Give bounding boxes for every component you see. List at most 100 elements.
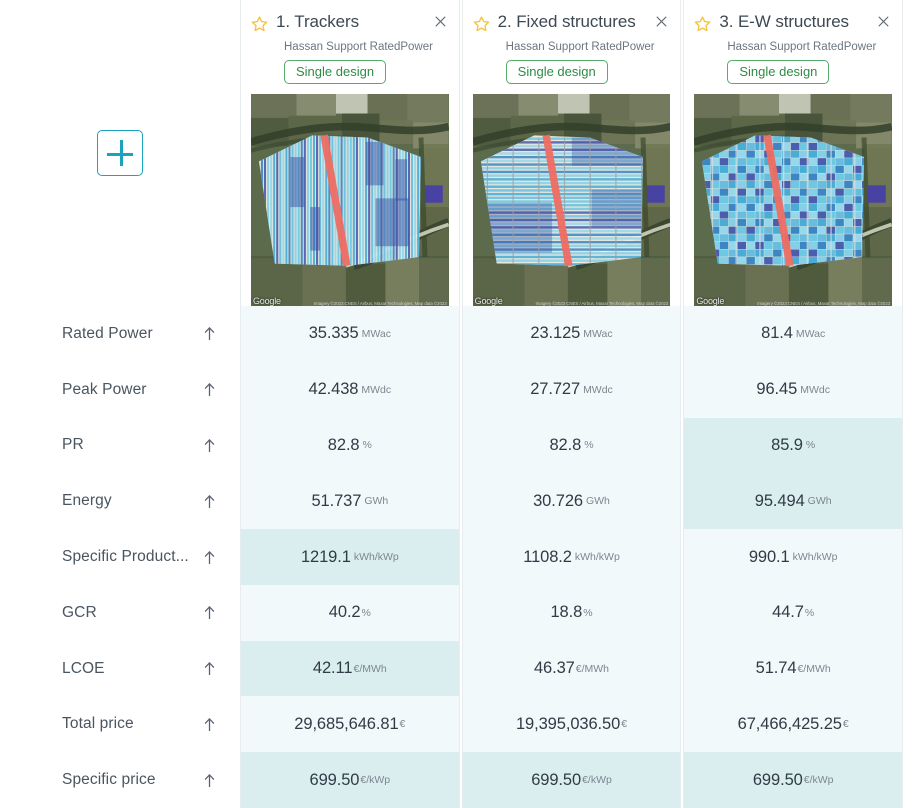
- metric-unit: €: [399, 718, 406, 731]
- metric-value-cell-pr: 82.8%: [241, 417, 459, 474]
- metric-label: Specific price: [62, 771, 156, 789]
- favorite-star-icon[interactable]: [694, 15, 711, 37]
- add-design-button[interactable]: [97, 130, 143, 176]
- metric-value: 29,685,646.81: [294, 714, 399, 733]
- metric-unit: MWdc: [361, 383, 392, 396]
- metric-value-cell-total_price: 29,685,646.81 €: [241, 696, 459, 753]
- design-metric-values: 23.125 MWac 27.727 MWdc 82.8% 30.726 GWh 1108.2…: [462, 306, 681, 808]
- sort-ascending-icon[interactable]: [202, 326, 216, 342]
- metric-value: 67,466,425.25: [737, 714, 842, 733]
- design-subtitle: Hassan Support RatedPower: [284, 41, 433, 53]
- add-design-zone: [0, 0, 240, 306]
- metric-value: 51.737: [311, 491, 362, 510]
- metric-value-cell-lcoe: 42.11 €/MWh: [241, 640, 459, 697]
- design-subtitle: Hassan Support RatedPower: [505, 41, 655, 53]
- metric-unit: €/MWh: [575, 662, 610, 675]
- single-design-badge[interactable]: Single design: [505, 60, 608, 84]
- metric-value-cell-specific_price: 699.50 €/kWp: [241, 752, 459, 808]
- design-site-map-thumbnail[interactable]: Google Imagery ©2023 CNES / Airbus, Maxar…: [472, 94, 671, 306]
- metric-value: 1219.1: [300, 547, 351, 566]
- metric-value: 40.2: [328, 603, 361, 622]
- metric-unit: €/kWp: [582, 774, 612, 787]
- metric-value-cell-gcr: 44.7%: [684, 584, 903, 641]
- google-watermark: Google: [474, 296, 503, 306]
- metric-value-cell-peak_power: 96.45 MWdc: [684, 361, 903, 418]
- sort-ascending-icon[interactable]: [202, 716, 216, 732]
- metric-value-cell-total_price: 19,395,036.50 €: [462, 696, 681, 753]
- metric-value: 23.125: [530, 324, 581, 343]
- sort-ascending-icon[interactable]: [202, 493, 216, 509]
- google-watermark: Google: [696, 296, 725, 306]
- metric-unit: kWh/kWp: [792, 551, 838, 564]
- metric-value: 95.494: [754, 491, 805, 510]
- map-attribution: Imagery ©2023 CNES / Airbus, Maxar Techn…: [535, 301, 669, 306]
- metric-label: Energy: [62, 492, 112, 510]
- metric-value: 96.45: [756, 380, 798, 399]
- design-title: 3. E-W structures: [719, 12, 849, 31]
- metric-row-lcoe: LCOE: [0, 641, 240, 697]
- sort-ascending-icon[interactable]: [202, 661, 216, 677]
- metric-label-column: Rated Power Peak Power PR Energy Specific Pr…: [0, 0, 240, 808]
- sort-ascending-icon[interactable]: [202, 549, 216, 565]
- design-title-row: 3. E-W structures: [694, 12, 892, 37]
- metric-row-peak_power: Peak Power: [0, 362, 240, 418]
- metric-value: 30.726: [533, 491, 583, 510]
- metric-value-cell-specific_production: 1108.2 kWh/kWp: [462, 529, 681, 585]
- metric-label: Peak Power: [62, 380, 147, 398]
- close-icon[interactable]: [654, 14, 670, 30]
- metric-value-cell-pr: 82.8%: [462, 417, 681, 474]
- metric-label-list: Rated Power Peak Power PR Energy Specific Pr…: [0, 306, 240, 808]
- close-icon[interactable]: [433, 14, 449, 30]
- metric-value-cell-lcoe: 51.74 €/MWh: [684, 640, 903, 697]
- close-icon[interactable]: [876, 14, 892, 30]
- sort-ascending-icon[interactable]: [202, 437, 216, 453]
- metric-unit: GWh: [585, 495, 610, 508]
- metric-value-cell-rated_power: 35.335 MWac: [241, 306, 459, 362]
- metric-unit: €/kWp: [803, 774, 834, 787]
- single-design-badge[interactable]: Single design: [727, 60, 830, 84]
- metric-value-cell-specific_production: 990.1 kWh/kWp: [684, 529, 903, 585]
- favorite-star-icon[interactable]: [251, 15, 268, 37]
- metric-unit: MWdc: [800, 383, 830, 396]
- favorite-star-icon[interactable]: [473, 15, 490, 37]
- metric-unit: kWh/kWp: [353, 551, 399, 564]
- metric-unit: MWac: [583, 327, 613, 340]
- metric-value-cell-peak_power: 27.727 MWdc: [462, 361, 681, 418]
- design-comparison-view: Rated Power Peak Power PR Energy Specific Pr…: [0, 0, 918, 808]
- metric-label: Rated Power: [62, 324, 153, 342]
- metric-row-total_price: Total price: [0, 696, 240, 752]
- design-card: 1. Trackers Hassan Support RatedPower Sing…: [240, 0, 460, 808]
- metric-unit: €: [621, 718, 628, 731]
- metric-value-cell-gcr: 40.2%: [241, 584, 459, 641]
- design-title: 1. Trackers: [276, 12, 359, 31]
- design-subtitle: Hassan Support RatedPower: [727, 41, 877, 53]
- design-card-list: 1. Trackers Hassan Support RatedPower Sing…: [240, 0, 918, 808]
- metric-row-energy: Energy: [0, 473, 240, 529]
- metric-unit: %: [583, 606, 593, 619]
- metric-unit: GWh: [807, 495, 832, 508]
- design-site-map-thumbnail[interactable]: Google Imagery ©2023 CNES / Airbus, Maxar…: [251, 94, 449, 306]
- metric-value: 51.74: [755, 659, 797, 678]
- metric-unit: %: [804, 606, 815, 619]
- design-title-row: 2. Fixed structures: [473, 12, 671, 37]
- design-card-header: 1. Trackers Hassan Support RatedPower Sing…: [241, 0, 459, 306]
- design-site-map-thumbnail[interactable]: Google Imagery ©2023 CNES / Airbus, Maxar…: [694, 94, 893, 306]
- metric-unit: %: [362, 439, 372, 452]
- sort-ascending-icon[interactable]: [202, 605, 216, 621]
- metric-value: 699.50: [531, 770, 582, 789]
- design-card-header: 3. E-W structures Hassan Support RatedPow…: [684, 0, 902, 306]
- metric-value: 699.50: [309, 770, 360, 789]
- design-card-header: 2. Fixed structures Hassan Support RatedP…: [463, 0, 681, 306]
- map-attribution: Imagery ©2023 CNES / Airbus, Maxar Techn…: [757, 301, 891, 306]
- metric-value-cell-total_price: 67,466,425.25 €: [684, 696, 903, 753]
- single-design-badge[interactable]: Single design: [284, 60, 387, 84]
- design-badge-row: Single design: [505, 60, 671, 84]
- metric-value: 42.11: [312, 659, 353, 678]
- map-attribution: Imagery ©2023 CNES / Airbus, Maxar Techn…: [313, 301, 447, 306]
- metric-unit: kWh/kWp: [574, 551, 620, 564]
- metric-row-rated_power: Rated Power: [0, 306, 240, 362]
- metric-unit: %: [805, 439, 816, 452]
- metric-unit: MWac: [795, 327, 826, 340]
- sort-ascending-icon[interactable]: [202, 772, 216, 788]
- sort-ascending-icon[interactable]: [202, 382, 216, 398]
